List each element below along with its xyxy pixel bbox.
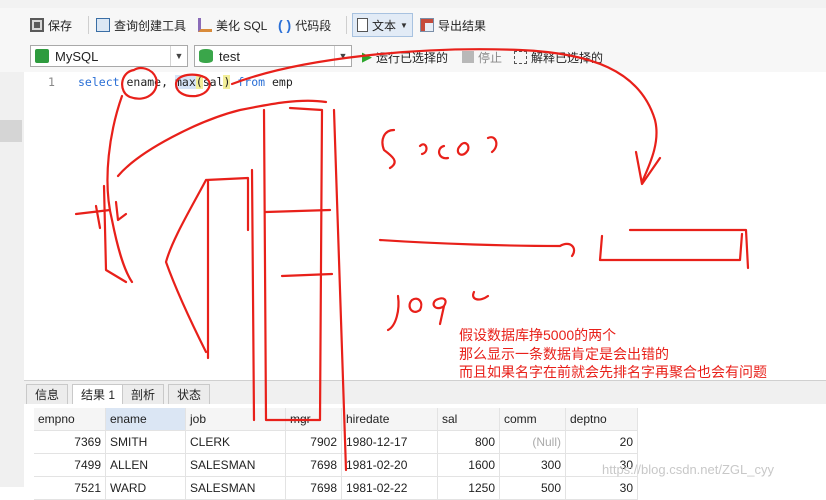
explain-icon	[514, 50, 527, 64]
tab-status[interactable]: 状态	[168, 384, 211, 405]
result-tabs: 信息 结果 1 剖析 状态	[24, 380, 826, 406]
column-ename: ename,	[126, 75, 169, 89]
table-cell[interactable]: 7698	[286, 454, 342, 477]
table-cell[interactable]: ALLEN	[106, 454, 186, 477]
database-select[interactable]: test ▼	[194, 45, 352, 67]
stop-icon	[462, 51, 474, 63]
table-cell[interactable]: 7902	[286, 431, 342, 454]
export-results-label: 导出结果	[438, 18, 487, 33]
toolbar-separator	[346, 16, 347, 34]
connection-toolbar: MySQL ▼ test ▼ ▶ 运行已选择的 停止 解释已选择的	[0, 42, 826, 73]
paren-open: (	[195, 75, 203, 89]
table-cell[interactable]: 7698	[286, 477, 342, 500]
tab-result-1[interactable]: 结果 1	[72, 384, 125, 406]
keyword-select: select	[78, 75, 120, 89]
column-header-ename[interactable]: ename	[106, 408, 186, 431]
connection-type-value: MySQL	[55, 48, 99, 64]
tab-info[interactable]: 信息	[26, 384, 69, 405]
table-cell[interactable]: SMITH	[106, 431, 186, 454]
text-mode-toggle[interactable]: 文本 ▼	[352, 13, 413, 37]
tab-profile[interactable]: 剖析	[122, 384, 165, 405]
table-cell[interactable]: 500	[500, 477, 566, 500]
beautify-sql-label: 美化 SQL	[216, 18, 268, 33]
table-cell[interactable]: 1981-02-20	[342, 454, 438, 477]
table-cell[interactable]: 30	[566, 477, 638, 500]
table-cell[interactable]: 20	[566, 431, 638, 454]
table-cell[interactable]: 7521	[34, 477, 106, 500]
main-toolbar: 保存 查询创建工具 美化 SQL ( ) 代码段 文本 ▼ 导出结果	[0, 8, 826, 43]
database-value: test	[219, 48, 240, 64]
query-builder-button[interactable]: 查询创建工具	[96, 14, 186, 36]
line-number: 1	[48, 75, 55, 89]
table-cell[interactable]: 7499	[34, 454, 106, 477]
annotation-line-2: 那么显示一条数据肯定是会出错的	[459, 345, 669, 362]
arg-sal: sal	[202, 75, 224, 89]
query-builder-icon	[96, 18, 110, 32]
explain-selected-button[interactable]: 解释已选择的	[514, 46, 603, 68]
function-max: max	[174, 75, 196, 89]
chevron-down-icon[interactable]: ▼	[400, 21, 408, 30]
column-header-empno[interactable]: empno	[34, 408, 106, 431]
annotation-line-3: 而且如果名字在前就会先排名字再聚合也会有问题	[459, 364, 767, 380]
table-cell[interactable]: SALESMAN	[186, 477, 286, 500]
sql-code-line[interactable]: select ename, max(sal) from emp	[78, 75, 293, 89]
stop-label: 停止	[478, 50, 503, 65]
run-selected-button[interactable]: ▶ 运行已选择的	[362, 46, 448, 68]
table-cell[interactable]: 7369	[34, 431, 106, 454]
export-results-button[interactable]: 导出结果	[420, 14, 486, 36]
stop-button[interactable]: 停止	[462, 46, 502, 68]
paren-close: )	[223, 75, 231, 89]
run-selected-label: 运行已选择的	[376, 50, 449, 65]
table-cell[interactable]: CLERK	[186, 431, 286, 454]
annotation-line-1: 假设数据库挣5000的两个	[459, 327, 617, 343]
table-cell[interactable]: 1981-02-22	[342, 477, 438, 500]
table-cell[interactable]: 800	[438, 431, 500, 454]
table-cell[interactable]: 300	[500, 454, 566, 477]
chevron-down-icon[interactable]: ▼	[170, 46, 187, 66]
table-emp: emp	[271, 75, 293, 89]
save-button[interactable]: 保存	[30, 14, 72, 36]
save-label: 保存	[48, 18, 73, 33]
explain-selected-label: 解释已选择的	[531, 50, 604, 65]
table-cell-null[interactable]: (Null)	[500, 431, 566, 454]
connection-type-select[interactable]: MySQL ▼	[30, 45, 188, 67]
column-header-deptno[interactable]: deptno	[566, 408, 638, 431]
table-cell[interactable]: 1250	[438, 477, 500, 500]
mysql-icon	[35, 49, 49, 63]
table-cell[interactable]: WARD	[106, 477, 186, 500]
column-header-mgr[interactable]: mgr	[286, 408, 342, 431]
play-icon: ▶	[362, 49, 372, 64]
keyword-from: from	[237, 75, 266, 89]
code-snippet-label: 代码段	[295, 18, 332, 33]
column-header-job[interactable]: job	[186, 408, 286, 431]
column-header-hiredate[interactable]: hiredate	[342, 408, 438, 431]
table-cell[interactable]: SALESMAN	[186, 454, 286, 477]
column-header-comm[interactable]: comm	[500, 408, 566, 431]
beautify-sql-button[interactable]: 美化 SQL	[198, 14, 267, 36]
save-icon	[30, 18, 44, 32]
table-cell[interactable]: 1980-12-17	[342, 431, 438, 454]
text-mode-label: 文本	[372, 18, 397, 33]
column-header-sal[interactable]: sal	[438, 408, 500, 431]
export-icon	[420, 18, 434, 32]
chevron-down-icon[interactable]: ▼	[334, 46, 351, 66]
toolbar-separator	[88, 16, 89, 34]
code-snippet-icon: ( )	[278, 17, 292, 33]
database-icon	[199, 49, 213, 63]
beautify-icon	[198, 18, 212, 32]
query-builder-label: 查询创建工具	[114, 18, 187, 33]
annotation-text-block: 假设数据库挣5000的两个 那么显示一条数据肯定是会出错的 而且如果名字在前就会…	[459, 326, 819, 382]
code-snippet-button[interactable]: ( ) 代码段	[278, 14, 331, 36]
table-cell[interactable]: 1600	[438, 454, 500, 477]
left-panel-handle[interactable]	[0, 120, 22, 142]
text-document-icon	[357, 18, 368, 32]
watermark-text: https://blog.csdn.net/ZGL_cyy	[602, 462, 774, 477]
